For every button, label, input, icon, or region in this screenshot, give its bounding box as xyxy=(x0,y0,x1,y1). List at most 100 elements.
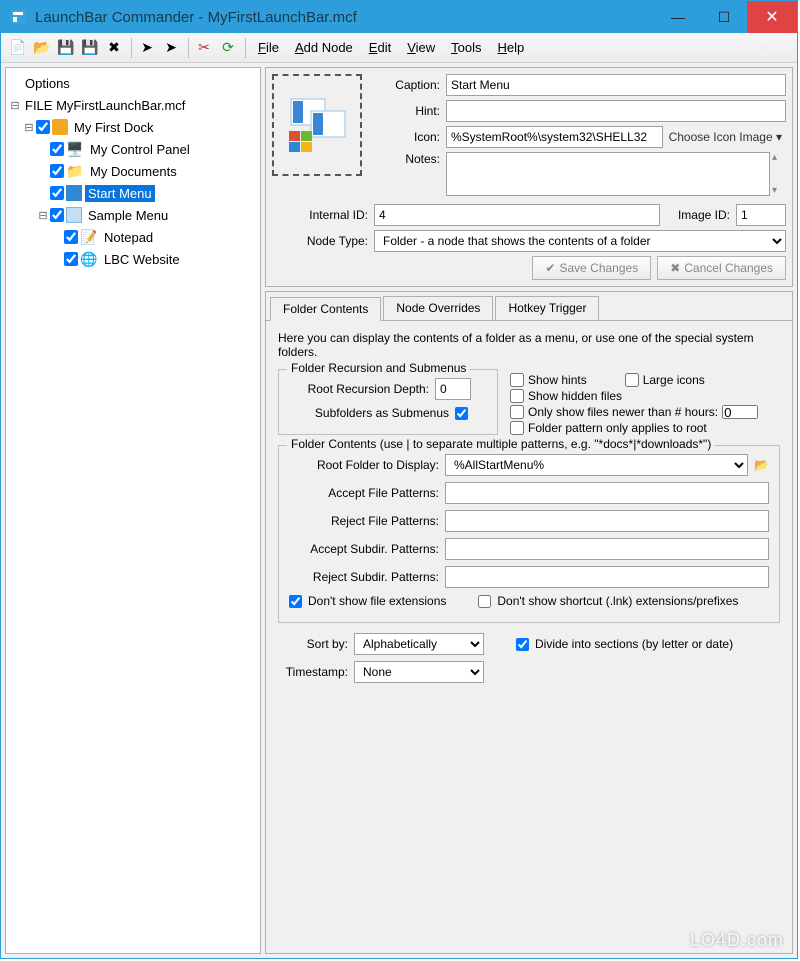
imageid-input[interactable] xyxy=(736,204,786,226)
icon-label: Icon: xyxy=(370,130,440,144)
indent-icon[interactable]: ➤ xyxy=(136,37,158,59)
tree-item-notepad[interactable]: 📝 Notepad xyxy=(8,226,258,248)
pattern-root-checkbox[interactable] xyxy=(510,421,524,435)
refresh-icon[interactable]: ⟳ xyxy=(217,37,239,59)
icon-input[interactable] xyxy=(446,126,663,148)
accept-sub-input[interactable] xyxy=(445,538,769,560)
scroll-up-icon[interactable]: ▴ xyxy=(772,152,786,163)
hint-input[interactable] xyxy=(446,100,786,122)
app-icon xyxy=(9,8,27,26)
subfolders-checkbox[interactable] xyxy=(455,407,468,420)
notes-input[interactable] xyxy=(446,152,770,196)
dont-show-lnk-checkbox[interactable] xyxy=(478,595,491,608)
accept-file-label: Accept File Patterns: xyxy=(289,486,439,500)
tree-item-docs[interactable]: 📁 My Documents xyxy=(8,160,258,182)
imageid-label: Image ID: xyxy=(660,208,730,222)
tree-item-sample[interactable]: ⊟ Sample Menu xyxy=(8,204,258,226)
browse-icon[interactable]: 📂 xyxy=(754,458,769,472)
save-icon[interactable]: 💾 xyxy=(55,37,77,59)
icon-preview[interactable] xyxy=(272,74,362,176)
collapse-icon[interactable]: ⊟ xyxy=(22,121,36,134)
only-newer-input[interactable] xyxy=(722,405,758,419)
delete-icon[interactable]: ✖ xyxy=(103,37,125,59)
menu-help[interactable]: Help xyxy=(490,37,533,58)
internalid-label: Internal ID: xyxy=(272,208,368,222)
root-recursion-label: Root Recursion Depth: xyxy=(289,382,429,396)
tab-body: Here you can display the contents of a f… xyxy=(266,321,792,953)
checkbox[interactable] xyxy=(50,186,64,200)
cancel-button[interactable]: ✖ Cancel Changes xyxy=(657,256,786,280)
menu-tools[interactable]: Tools xyxy=(443,37,489,58)
menu-view[interactable]: View xyxy=(399,37,443,58)
dock-icon xyxy=(52,119,68,135)
outdent-icon[interactable]: ➤ xyxy=(160,37,182,59)
checkbox[interactable] xyxy=(50,164,64,178)
intro-text: Here you can display the contents of a f… xyxy=(278,331,780,359)
website-icon: 🌐 xyxy=(80,250,98,268)
caption-input[interactable] xyxy=(446,74,786,96)
checkbox[interactable] xyxy=(50,142,64,156)
saveall-icon[interactable]: 💾 xyxy=(79,37,101,59)
accept-file-input[interactable] xyxy=(445,482,769,504)
dont-show-ext-checkbox[interactable] xyxy=(289,595,302,608)
separator xyxy=(188,38,189,58)
cut-icon[interactable]: ✂ xyxy=(193,37,215,59)
tree-file[interactable]: ⊟ FILE MyFirstLaunchBar.mcf xyxy=(8,94,258,116)
choose-icon-button[interactable]: Choose Icon Image ▾ xyxy=(669,130,786,144)
sortby-select[interactable]: Alphabetically xyxy=(354,633,484,655)
nodetype-select[interactable]: Folder - a node that shows the contents … xyxy=(374,230,786,252)
tree-item-start[interactable]: Start Menu xyxy=(8,182,258,204)
recursion-legend: Folder Recursion and Submenus xyxy=(287,361,470,375)
checkbox[interactable] xyxy=(36,120,50,134)
menu-file[interactable]: File xyxy=(250,37,287,58)
maximize-button[interactable]: ☐ xyxy=(701,1,747,33)
reject-sub-input[interactable] xyxy=(445,566,769,588)
collapse-icon[interactable]: ⊟ xyxy=(36,209,50,222)
notes-label: Notes: xyxy=(370,152,440,166)
open-icon[interactable]: 📂 xyxy=(31,37,53,59)
root-folder-select[interactable]: %AllStartMenu% xyxy=(445,454,748,476)
menu-addnode[interactable]: Add Node xyxy=(287,37,361,58)
tree-item-lbc[interactable]: 🌐 LBC Website xyxy=(8,248,258,270)
tree-options[interactable]: Options xyxy=(8,72,258,94)
reject-file-input[interactable] xyxy=(445,510,769,532)
toolbar: 📄 📂 💾 💾 ✖ ➤ ➤ ✂ ⟳ File Add Node Edit Vie… xyxy=(1,33,797,63)
scroll-down-icon[interactable]: ▾ xyxy=(772,185,786,196)
large-icons-checkbox[interactable] xyxy=(625,373,639,387)
root-folder-label: Root Folder to Display: xyxy=(289,458,439,472)
checkbox[interactable] xyxy=(64,230,78,244)
timestamp-label: Timestamp: xyxy=(278,665,348,679)
internalid-input[interactable] xyxy=(374,204,660,226)
hint-label: Hint: xyxy=(370,104,440,118)
root-recursion-input[interactable] xyxy=(435,378,471,400)
caption-label: Caption: xyxy=(370,78,440,92)
tree-item-control[interactable]: 🖥️ My Control Panel xyxy=(8,138,258,160)
tab-folder-contents[interactable]: Folder Contents xyxy=(270,297,381,321)
content: Options ⊟ FILE MyFirstLaunchBar.mcf ⊟ My… xyxy=(1,63,797,958)
tab-node-overrides[interactable]: Node Overrides xyxy=(383,296,493,320)
tree-panel: Options ⊟ FILE MyFirstLaunchBar.mcf ⊟ My… xyxy=(5,67,261,954)
new-icon[interactable]: 📄 xyxy=(7,37,29,59)
close-button[interactable]: ✕ xyxy=(747,1,797,33)
minimize-button[interactable]: — xyxy=(655,1,701,33)
save-button[interactable]: ✔ Save Changes xyxy=(532,256,651,280)
tabstrip: Folder Contents Node Overrides Hotkey Tr… xyxy=(266,292,792,321)
show-hidden-checkbox[interactable] xyxy=(510,389,524,403)
window-controls: — ☐ ✕ xyxy=(655,1,797,33)
watermark: LO4D.com xyxy=(690,930,784,951)
menu-edit[interactable]: Edit xyxy=(361,37,399,58)
checkbox[interactable] xyxy=(50,208,64,222)
tree-dock[interactable]: ⊟ My First Dock xyxy=(8,116,258,138)
timestamp-select[interactable]: None xyxy=(354,661,484,683)
tab-hotkey-trigger[interactable]: Hotkey Trigger xyxy=(495,296,599,320)
show-hints-checkbox[interactable] xyxy=(510,373,524,387)
reject-sub-label: Reject Subdir. Patterns: xyxy=(289,570,439,584)
window-title: LaunchBar Commander - MyFirstLaunchBar.m… xyxy=(35,9,655,26)
app-window: LaunchBar Commander - MyFirstLaunchBar.m… xyxy=(0,0,798,959)
divide-checkbox[interactable] xyxy=(516,638,529,651)
checkbox[interactable] xyxy=(64,252,78,266)
subfolders-label: Subfolders as Submenus xyxy=(289,406,449,420)
documents-icon: 📁 xyxy=(66,162,84,180)
only-newer-checkbox[interactable] xyxy=(510,405,524,419)
collapse-icon[interactable]: ⊟ xyxy=(8,99,22,112)
